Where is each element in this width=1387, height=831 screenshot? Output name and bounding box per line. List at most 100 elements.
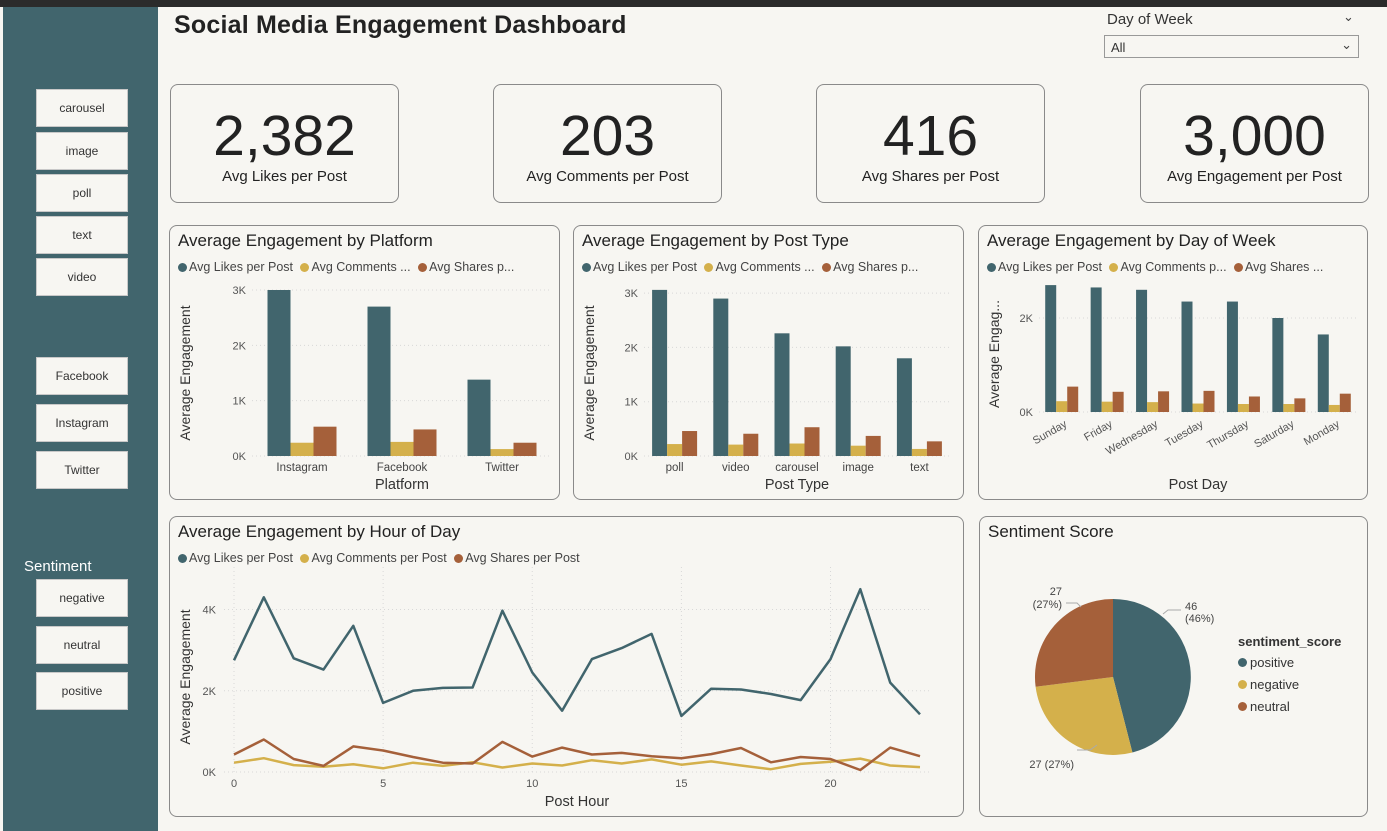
slicer-platform-twitter[interactable]: Twitter [36, 451, 128, 489]
bar-poll [652, 289, 668, 456]
x-axis-label: Post Hour [545, 794, 610, 810]
day-of-week-dropdown[interactable]: All ⌄ [1104, 35, 1359, 58]
legend-label: neutral [1250, 699, 1290, 714]
y-tick-label: 4K [203, 605, 217, 617]
x-tick-label: Facebook [377, 462, 428, 474]
x-tick-label: video [722, 462, 750, 474]
bar-instagram [267, 290, 291, 456]
bar-video [713, 298, 729, 456]
legend-item-positive[interactable]: positive [1238, 655, 1341, 670]
slicer-sentiment-neutral[interactable]: neutral [36, 626, 128, 664]
bar-facebook [367, 306, 391, 456]
bar-text [926, 441, 942, 456]
slicer-sentiment-positive[interactable]: positive [36, 672, 128, 710]
y-tick-label: 0K [203, 767, 217, 779]
page-title: Social Media Engagement Dashboard [174, 11, 627, 39]
bar-poll [682, 431, 698, 456]
bar-carousel [774, 333, 790, 456]
bar-instagram [313, 426, 337, 456]
series-line-comments [233, 756, 921, 771]
pie-data-label: 27 [1050, 586, 1062, 598]
bar-tuesday [1181, 301, 1193, 412]
bar-monday [1339, 393, 1351, 412]
slicer-sentiment-negative[interactable]: negative [36, 579, 128, 617]
window-top-bar [0, 0, 1387, 7]
slicer-post-type-text[interactable]: text [36, 216, 128, 254]
y-tick-label: 2K [233, 340, 247, 352]
x-tick-label: poll [666, 462, 684, 474]
y-tick-label: 1K [233, 396, 247, 408]
hour-of-day-line-chart: 0K 2K 4K 0 5 10 15 20 Post Hour Average Engagemen… [177, 567, 930, 810]
bar-image [850, 445, 866, 456]
y-tick-label: 3K [625, 288, 639, 300]
bar-tuesday [1192, 403, 1204, 412]
bar-sunday [1067, 386, 1079, 412]
legend-label: negative [1250, 677, 1300, 692]
bar-sunday [1045, 285, 1057, 412]
x-tick-label: Tuesday [1163, 418, 1206, 450]
pie-slice-neutral [1034, 599, 1113, 687]
slicer-platform-instagram[interactable]: Instagram [36, 404, 128, 442]
pie-data-label: (46%) [1185, 613, 1214, 625]
pie-leader-line [1162, 609, 1181, 615]
kpi-card-avg-likes: 2,382 Avg Likes per Post [170, 84, 399, 203]
kpi-label: Avg Comments per Post [526, 168, 689, 185]
kpi-card-avg-engagement: 3,000 Avg Engagement per Post [1140, 84, 1369, 203]
kpi-card-avg-comments: 203 Avg Comments per Post [493, 84, 722, 203]
x-tick-label: Saturday [1252, 418, 1297, 451]
legend-dot-icon [1238, 680, 1247, 689]
pie-data-label: (27%) [1033, 599, 1062, 611]
y-axis-label: Average Engagement [177, 305, 193, 440]
sentiment-chart-panel: Sentiment Score 46 (46%) 27 (27%) 27 (27%) s… [979, 516, 1368, 817]
bar-image [835, 346, 851, 456]
x-axis-label: Platform [375, 477, 429, 493]
bar-twitter [467, 379, 491, 456]
x-tick-label: Friday [1082, 418, 1115, 444]
kpi-value: 416 [882, 104, 979, 168]
slicer-post-type-carousel[interactable]: carousel [36, 89, 128, 127]
kpi-value: 2,382 [213, 104, 356, 168]
bar-text [911, 448, 927, 456]
bar-thursday [1226, 301, 1238, 412]
y-tick-label: 0K [625, 451, 639, 463]
x-tick-label: 20 [824, 778, 836, 790]
slicer-post-type-video[interactable]: video [36, 258, 128, 296]
y-tick-label: 0K [1020, 407, 1034, 419]
slicer-post-type-poll[interactable]: poll [36, 174, 128, 212]
platform-chart-panel: Average Engagement by Platform Avg Likes… [169, 225, 560, 500]
chevron-down-icon[interactable]: ⌄ [1343, 9, 1354, 25]
platform-bar-chart: 0K 1K 2K 3K Instagram Facebook Twitter Platform… [177, 285, 552, 493]
y-tick-label: 2K [625, 342, 639, 354]
bar-video [728, 444, 744, 456]
bar-video [743, 433, 759, 456]
x-tick-label: 10 [526, 778, 538, 790]
bar-twitter [490, 449, 514, 456]
post-type-bar-chart: 0K 1K 2K 3K poll video carousel image text Post T… [581, 288, 950, 493]
bar-wednesday [1158, 391, 1170, 412]
bar-facebook [390, 441, 414, 456]
bar-thursday [1248, 396, 1260, 412]
x-tick-label: Sunday [1031, 418, 1070, 447]
bar-friday [1101, 401, 1113, 412]
legend-item-negative[interactable]: negative [1238, 677, 1341, 692]
bar-saturday [1272, 318, 1284, 412]
x-axis-label: Post Day [1169, 477, 1229, 493]
x-tick-label: image [843, 462, 874, 474]
bar-friday [1090, 287, 1102, 412]
bar-facebook [413, 429, 437, 456]
kpi-value: 203 [559, 104, 656, 168]
legend-label: positive [1250, 655, 1295, 670]
legend-item-neutral[interactable]: neutral [1238, 699, 1341, 714]
slicer-platform-facebook[interactable]: Facebook [36, 357, 128, 395]
legend-dot-icon [1238, 658, 1247, 667]
x-tick-label: Thursday [1205, 418, 1251, 452]
x-tick-label: 5 [380, 778, 386, 790]
day-of-week-chart-panel: Average Engagement by Day of Week Avg Li… [978, 225, 1368, 500]
bar-twitter [513, 442, 537, 456]
bar-monday [1328, 404, 1340, 412]
day-of-week-filter-label: Day of Week [1107, 11, 1193, 28]
kpi-value: 3,000 [1183, 104, 1326, 168]
bar-monday [1317, 334, 1329, 412]
slicer-post-type-image[interactable]: image [36, 132, 128, 170]
pie-leader-line [1066, 602, 1082, 608]
